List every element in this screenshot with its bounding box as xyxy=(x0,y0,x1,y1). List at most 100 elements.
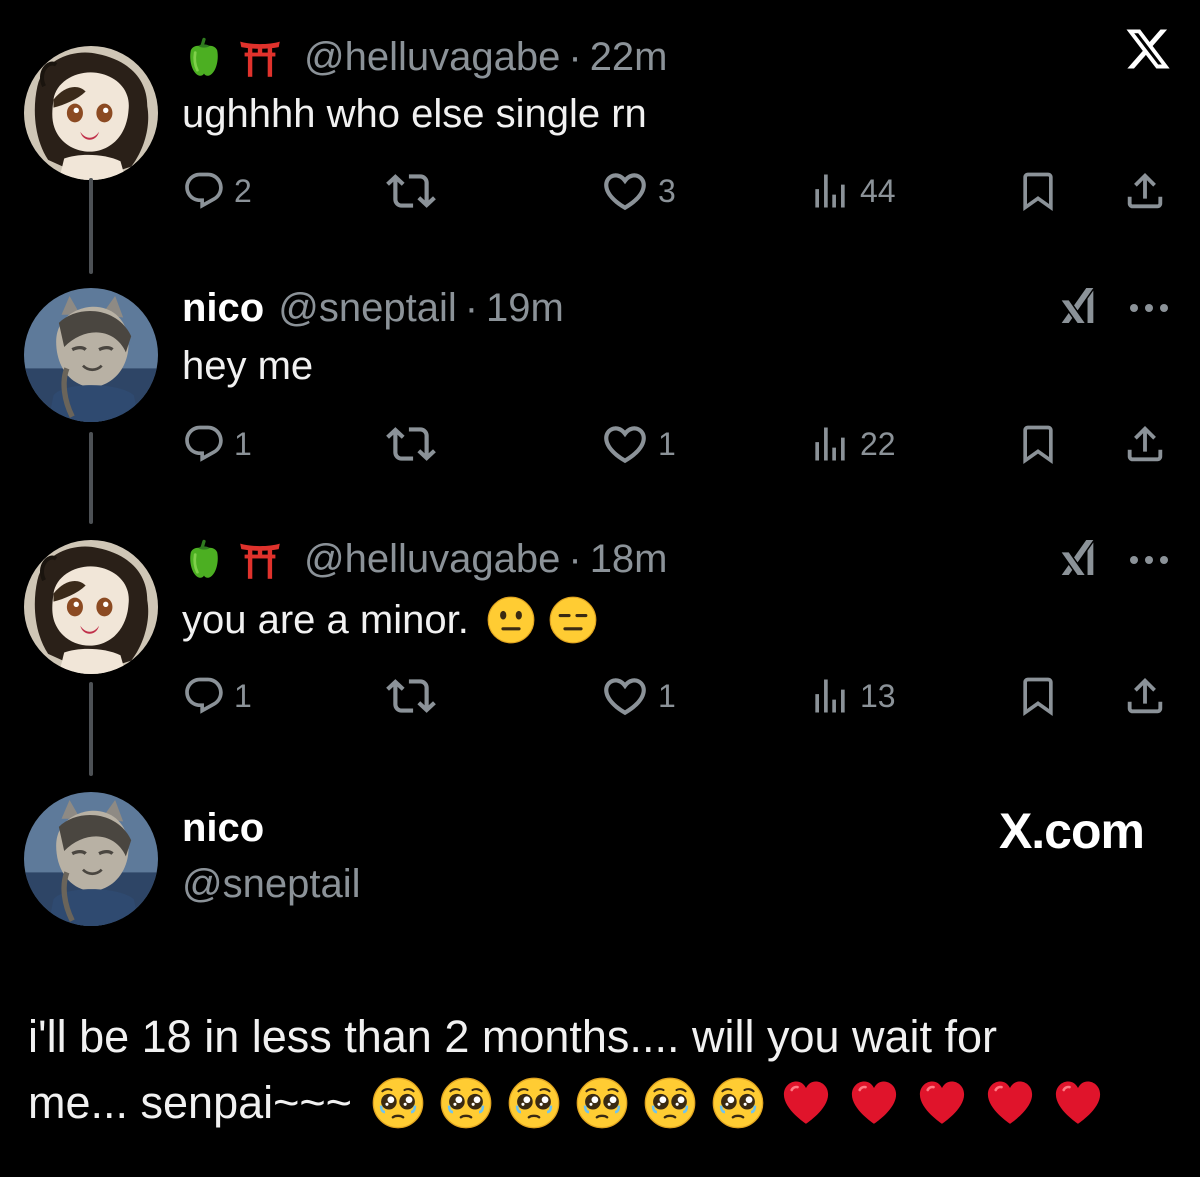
heart-icon xyxy=(600,419,650,469)
pleading-face-emoji xyxy=(508,1077,560,1129)
bookmark-button[interactable] xyxy=(1016,167,1060,215)
views-icon xyxy=(808,169,852,213)
share-icon xyxy=(1122,421,1168,467)
share-button[interactable] xyxy=(1122,672,1168,720)
thread-connector xyxy=(89,178,93,274)
retweet-icon xyxy=(386,419,436,469)
neutral-face-emoji xyxy=(487,596,535,644)
tweet-time[interactable]: 19m xyxy=(486,286,564,331)
tweet-time[interactable]: 18m xyxy=(590,537,668,582)
tweet-handle[interactable]: @helluvagabe xyxy=(304,35,560,80)
more-options-icon[interactable] xyxy=(1128,554,1170,566)
tweet-actions: 2 3 44 xyxy=(182,167,1172,215)
views-icon xyxy=(808,674,852,718)
reply-count: 1 xyxy=(234,677,252,714)
pleading-face-emoji xyxy=(440,1077,492,1129)
tweet-actions: 1 1 13 xyxy=(182,672,1172,720)
share-button[interactable] xyxy=(1122,420,1168,468)
tweet-time[interactable]: 22m xyxy=(590,35,668,80)
like-button[interactable]: 3 xyxy=(600,167,676,215)
red-heart-emoji xyxy=(780,1077,832,1129)
retweet-button[interactable] xyxy=(386,167,436,215)
like-button[interactable]: 1 xyxy=(600,420,676,468)
pleading-face-emoji xyxy=(576,1077,628,1129)
tweet-header: @helluvagabe · 22m xyxy=(182,32,668,82)
bookmark-icon xyxy=(1016,422,1060,466)
reply-icon xyxy=(182,674,226,718)
views-button[interactable]: 13 xyxy=(808,672,896,720)
tweet-text-content: you are a minor. xyxy=(182,597,469,642)
quoted-handle[interactable]: @sneptail xyxy=(182,862,360,907)
views-count: 44 xyxy=(860,172,896,209)
more-options-icon[interactable] xyxy=(1128,302,1170,314)
views-button[interactable]: 22 xyxy=(808,420,896,468)
reply-count: 1 xyxy=(234,425,252,462)
retweet-button[interactable] xyxy=(386,420,436,468)
avatar-image xyxy=(24,792,158,926)
share-icon xyxy=(1122,168,1168,214)
bookmark-icon xyxy=(1016,169,1060,213)
avatar-sneptail[interactable] xyxy=(24,288,158,422)
pleading-face-emoji xyxy=(712,1077,764,1129)
quoted-tweet-text: i'll be 18 in less than 2 months.... wil… xyxy=(28,1004,1178,1136)
avatar-helluvagabe[interactable] xyxy=(24,540,158,674)
like-count: 1 xyxy=(658,677,676,714)
grok-icon[interactable] xyxy=(1058,288,1098,328)
name-emojis xyxy=(182,35,282,79)
like-count: 1 xyxy=(658,425,676,462)
avatar-sneptail[interactable] xyxy=(24,792,158,926)
tweet-handle[interactable]: @helluvagabe xyxy=(304,537,560,582)
quoted-display-name[interactable]: nico xyxy=(182,806,264,851)
bookmark-button[interactable] xyxy=(1016,420,1060,468)
x-logo-icon[interactable] xyxy=(1124,24,1172,74)
avatar-image xyxy=(24,540,158,674)
like-count: 3 xyxy=(658,172,676,209)
x-com-brand: X.com xyxy=(998,803,1145,859)
bell-pepper-emoji xyxy=(182,35,226,79)
reply-button[interactable]: 1 xyxy=(182,420,252,468)
views-icon xyxy=(808,422,852,466)
thread-connector xyxy=(89,432,93,524)
reply-button[interactable]: 1 xyxy=(182,672,252,720)
red-heart-emoji xyxy=(848,1077,900,1129)
red-heart-emoji xyxy=(1052,1077,1104,1129)
quoted-text-line-2-content: me... senpai~~~ xyxy=(28,1077,352,1128)
bookmark-button[interactable] xyxy=(1016,672,1060,720)
bell-pepper-emoji xyxy=(182,537,226,581)
quoted-text-line-2: me... senpai~~~ xyxy=(28,1070,1178,1136)
tweet-display-name[interactable]: nico xyxy=(182,286,264,331)
reply-icon xyxy=(182,169,226,213)
heart-icon xyxy=(600,671,650,721)
share-icon xyxy=(1122,673,1168,719)
retweet-icon xyxy=(386,166,436,216)
share-button[interactable] xyxy=(1122,167,1168,215)
expressionless-face-emoji xyxy=(549,596,597,644)
bookmark-icon xyxy=(1016,674,1060,718)
reply-button[interactable]: 2 xyxy=(182,167,252,215)
tweet-handle[interactable]: @sneptail xyxy=(278,286,456,331)
separator-dot: · xyxy=(568,34,582,79)
like-button[interactable]: 1 xyxy=(600,672,676,720)
torii-gate-emoji xyxy=(238,537,282,581)
tweet-text: you are a minor. xyxy=(182,596,597,644)
separator-dot: · xyxy=(568,536,582,581)
reply-icon xyxy=(182,422,226,466)
avatar-image xyxy=(24,46,158,180)
red-heart-emoji xyxy=(916,1077,968,1129)
retweet-icon xyxy=(386,671,436,721)
views-button[interactable]: 44 xyxy=(808,167,896,215)
grok-icon[interactable] xyxy=(1058,540,1098,580)
avatar-image xyxy=(24,288,158,422)
tweet-text: ughhhh who else single rn xyxy=(182,92,647,136)
tweet-text: hey me xyxy=(182,344,314,388)
pleading-face-emoji xyxy=(372,1077,424,1129)
tweet-header: @helluvagabe · 18m xyxy=(182,534,668,584)
retweet-button[interactable] xyxy=(386,672,436,720)
views-count: 13 xyxy=(860,677,896,714)
tweet-actions: 1 1 22 xyxy=(182,420,1172,468)
emoji-row xyxy=(372,1077,1104,1129)
avatar-helluvagabe[interactable] xyxy=(24,46,158,180)
heart-icon xyxy=(600,166,650,216)
red-heart-emoji xyxy=(984,1077,1036,1129)
reply-count: 2 xyxy=(234,172,252,209)
